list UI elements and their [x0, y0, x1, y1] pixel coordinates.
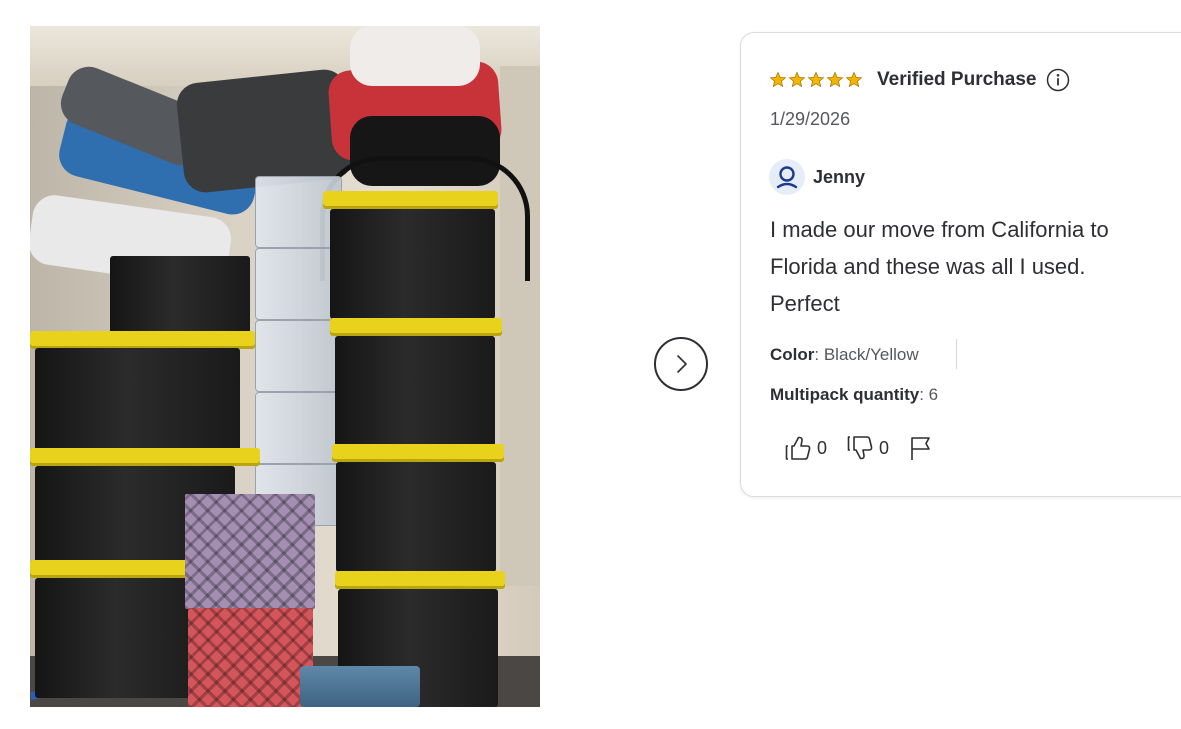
review-actions: 0 0	[785, 435, 953, 461]
photo-bin	[110, 256, 250, 336]
photo-crate-purple	[185, 494, 315, 609]
photo-bin	[330, 209, 495, 319]
chevron-right-icon	[677, 355, 687, 373]
star-icon	[788, 71, 806, 88]
star-icon	[769, 71, 787, 88]
photo-bin-lid	[332, 444, 504, 462]
photo-clear-drawer	[255, 248, 342, 320]
author-row: Jenny	[769, 159, 865, 195]
author-name: Jenny	[813, 166, 866, 187]
star-icon	[807, 71, 825, 88]
flag-icon	[911, 437, 930, 460]
photo-clear-drawer	[255, 320, 342, 392]
thumbs-up-icon	[785, 436, 811, 460]
attribute-quantity: Multipack quantity: 6	[770, 385, 938, 405]
attribute-color-value: : Black/Yellow	[814, 345, 919, 364]
unhelpful-button[interactable]: 0	[847, 435, 889, 461]
review-text: I made our move from California to Flori…	[770, 217, 1109, 316]
unhelpful-count: 0	[879, 437, 890, 458]
report-button[interactable]	[909, 435, 933, 461]
review-date: 1/29/2026	[770, 109, 851, 129]
next-button[interactable]	[654, 337, 708, 391]
photo-bin-lid	[30, 331, 255, 349]
info-icon[interactable]	[1046, 68, 1070, 92]
attribute-quantity-label: Multipack quantity	[770, 385, 920, 404]
photo-bin	[335, 336, 495, 446]
photo-clear-drawer	[255, 392, 342, 464]
photo-bin-lid	[330, 318, 502, 336]
photo-bin-lid	[30, 448, 260, 466]
verified-purchase-badge: Verified Purchase	[877, 69, 1037, 90]
review-card: Verified Purchase 1/29/2026 Jenny I made…	[740, 32, 1181, 497]
star-icon	[826, 71, 844, 88]
attribute-color: Color: Black/Yellow	[770, 345, 919, 365]
photo-toolbox	[300, 666, 420, 707]
helpful-count: 0	[817, 437, 828, 458]
attribute-quantity-value: : 6	[919, 385, 939, 404]
helpful-button[interactable]: 0	[785, 435, 827, 461]
photo-bin	[336, 462, 496, 572]
avatar	[769, 159, 805, 195]
attribute-color-label: Color	[770, 345, 815, 364]
photo-clear-drawer	[255, 176, 342, 248]
photo-bin-lid	[323, 191, 498, 209]
photo-bin-lid	[335, 571, 505, 589]
review-photo[interactable]	[30, 26, 540, 707]
photo-bag-top-white	[350, 26, 480, 86]
photo-doorframe	[500, 66, 540, 586]
star-rating	[769, 71, 863, 89]
photo-crate-red	[188, 608, 313, 707]
user-icon	[776, 166, 798, 189]
star-icon	[845, 71, 863, 88]
photo-bin	[35, 348, 240, 453]
divider	[956, 339, 957, 369]
rating-row: Verified Purchase	[769, 67, 1070, 93]
thumbs-down-icon	[847, 436, 873, 460]
